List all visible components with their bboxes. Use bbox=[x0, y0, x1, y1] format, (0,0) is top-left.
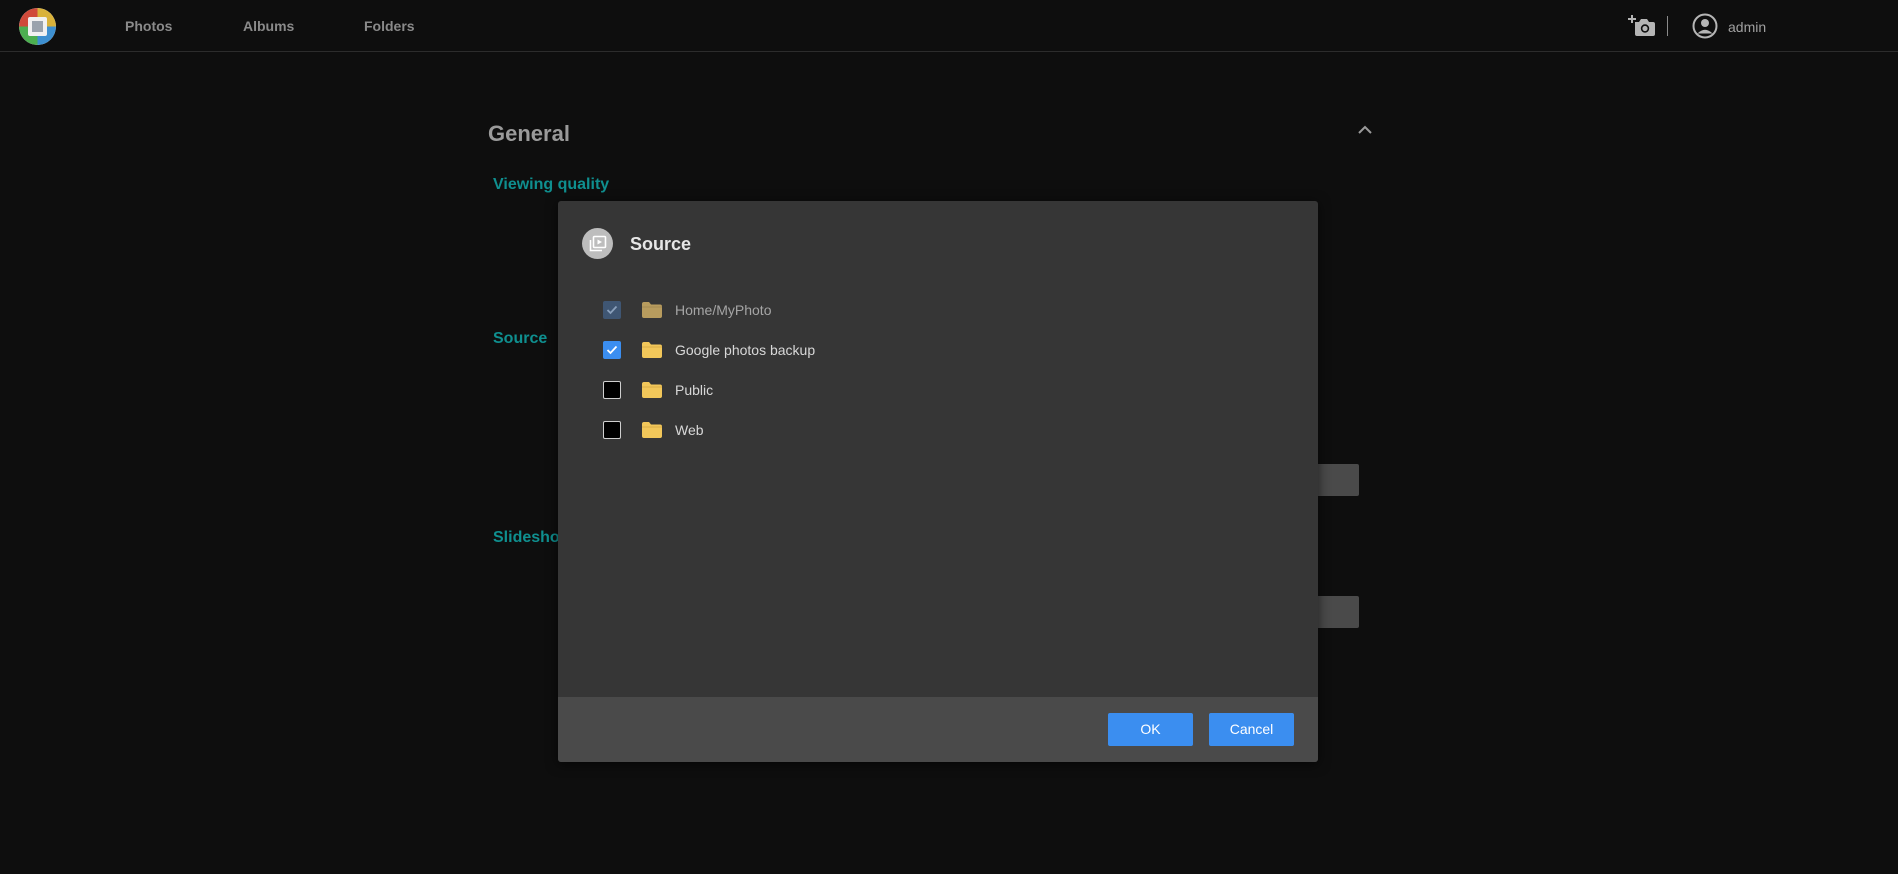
folder-item[interactable]: Public bbox=[603, 369, 1003, 409]
folder-icon bbox=[641, 421, 663, 444]
viewing-quality-label: Viewing quality bbox=[493, 176, 610, 193]
folder-checkbox[interactable] bbox=[603, 341, 621, 359]
source-dialog: Source Home/MyPhoto Google photos backup bbox=[558, 201, 1318, 762]
folder-name: Google photos backup bbox=[675, 342, 816, 358]
user-avatar-icon[interactable] bbox=[1692, 13, 1718, 44]
folder-name: Home/MyPhoto bbox=[675, 302, 772, 318]
folder-item[interactable]: Web bbox=[603, 409, 1003, 449]
nav-photos[interactable]: Photos bbox=[125, 18, 172, 34]
add-photo-icon[interactable] bbox=[1628, 13, 1656, 42]
folder-checkbox[interactable] bbox=[603, 421, 621, 439]
user-name[interactable]: admin bbox=[1728, 19, 1766, 35]
chevron-up-icon[interactable] bbox=[1357, 123, 1373, 141]
dialog-title: Source bbox=[630, 234, 692, 254]
media-library-icon bbox=[582, 228, 613, 259]
folder-checkbox bbox=[603, 301, 621, 319]
cancel-button[interactable]: Cancel bbox=[1209, 713, 1294, 746]
app-logo[interactable] bbox=[19, 8, 56, 45]
source-label: Source bbox=[493, 330, 548, 347]
folder-checkbox[interactable] bbox=[603, 381, 621, 399]
dialog-footer: OK Cancel bbox=[558, 697, 1318, 762]
folder-name: Public bbox=[675, 382, 714, 398]
folder-icon bbox=[641, 341, 663, 364]
folder-name: Web bbox=[675, 422, 704, 438]
folder-list: Home/MyPhoto Google photos backup Public… bbox=[603, 289, 1003, 449]
folder-icon bbox=[641, 381, 663, 404]
folder-item: Home/MyPhoto bbox=[603, 289, 1003, 329]
ok-button[interactable]: OK bbox=[1108, 713, 1193, 746]
nav-albums[interactable]: Albums bbox=[243, 18, 294, 34]
folder-icon bbox=[641, 301, 663, 324]
section-title-general: General bbox=[488, 121, 570, 146]
nav-folders[interactable]: Folders bbox=[364, 18, 415, 34]
top-divider bbox=[1667, 16, 1668, 36]
folder-item[interactable]: Google photos backup bbox=[603, 329, 1003, 369]
top-bar: Photos Albums Folders admin bbox=[0, 0, 1898, 52]
